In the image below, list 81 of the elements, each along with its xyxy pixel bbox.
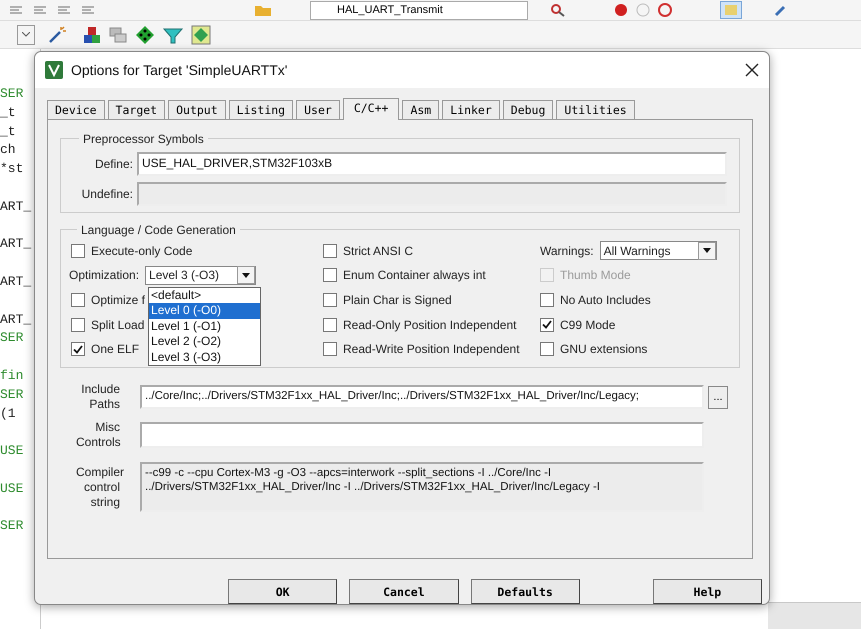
- select-label: Warnings:: [540, 244, 594, 258]
- dropdown-option[interactable]: <default>: [149, 288, 260, 304]
- window-title: Options for Target 'SimpleUARTTx': [71, 62, 288, 78]
- app-icon: [45, 60, 63, 79]
- checkbox-option[interactable]: Strict ANSI C: [323, 244, 414, 258]
- checkbox-option[interactable]: Optimize f: [71, 293, 146, 307]
- tab[interactable]: User: [296, 100, 340, 120]
- code-line: SER: [0, 329, 24, 348]
- checkbox-option[interactable]: C99 Mode: [540, 318, 616, 332]
- dropdown-arrow-icon: [242, 272, 250, 278]
- field-label: Undefine:: [80, 186, 133, 201]
- dialog-button[interactable]: OK: [228, 579, 338, 604]
- code-line: ART_: [0, 272, 32, 291]
- help-button[interactable]: Help: [652, 579, 762, 604]
- compiler-string-field: --c99 -c --cpu Cortex-M3 -g -O3 --apcs=interwork --split_sections -I ../Core/Inc -I ../Drivers/STM32F1xx_HAL_Driver/Inc -I ../Drivers/STM32F1xx_HAL_Driver/Inc/Legacy -I: [140, 462, 704, 512]
- search-icon[interactable]: [550, 3, 566, 17]
- code-line: ch: [0, 141, 17, 160]
- code-line: USE: [0, 442, 24, 460]
- toolbar-icon[interactable]: [32, 4, 48, 16]
- checkbox-option[interactable]: One ELF: [71, 342, 140, 356]
- toolbar-icon[interactable]: [8, 4, 24, 16]
- checkbox-option[interactable]: Execute-only Code: [71, 244, 192, 258]
- group-title: Preprocessor Symbols: [82, 132, 205, 146]
- code-line: _t: [0, 122, 17, 141]
- tab[interactable]: Listing: [228, 100, 294, 120]
- code-line: SER: [0, 517, 24, 536]
- code-line: SER: [0, 386, 24, 404]
- tab[interactable]: Asm: [402, 100, 440, 120]
- code-line: (1: [0, 404, 17, 423]
- code-line: USE: [0, 480, 24, 498]
- tab[interactable]: Target: [108, 100, 166, 120]
- breakpoint-icon[interactable]: [614, 3, 628, 17]
- code-line: fin: [0, 366, 24, 385]
- checkbox-option[interactable]: No Auto Includes: [540, 293, 651, 307]
- toolbar-icon[interactable]: [80, 4, 96, 16]
- tool-icon[interactable]: [774, 3, 788, 17]
- diamond-box-icon[interactable]: [191, 24, 211, 44]
- checkbox-option[interactable]: Read-Write Position Independent: [323, 342, 520, 356]
- misc-controls-field[interactable]: [140, 422, 704, 448]
- circle-icon[interactable]: [658, 3, 672, 17]
- dropdown-select[interactable]: All Warnings: [600, 241, 717, 260]
- checkbox-option[interactable]: Enum Container always int: [323, 268, 486, 282]
- dialog-button[interactable]: Defaults: [470, 579, 580, 604]
- diamond-icon[interactable]: [135, 24, 155, 44]
- close-icon[interactable]: [745, 62, 759, 77]
- include-paths-field[interactable]: ../Core/Inc;../Drivers/STM32F1xx_HAL_Driver/Inc;../Drivers/STM32F1xx_HAL_Driver/Inc/Legacy;: [140, 385, 704, 410]
- dropdown-option[interactable]: Level 0 (-O0): [149, 303, 260, 319]
- blocks-icon[interactable]: [83, 26, 101, 44]
- tab[interactable]: Debug: [502, 100, 554, 120]
- group-title: Language / Code Generation: [80, 222, 237, 237]
- select-label: Optimization:: [69, 268, 140, 282]
- browse-button[interactable]: ...: [708, 386, 728, 409]
- tab[interactable]: Device: [47, 100, 105, 120]
- magic-wand-icon[interactable]: [47, 26, 67, 44]
- code-line: _t: [0, 104, 17, 122]
- checkbox-option[interactable]: GNU extensions: [540, 342, 648, 356]
- dropdown-button[interactable]: [17, 24, 35, 44]
- dropdown-arrow-icon: [702, 248, 711, 254]
- field-label: Misc Controls: [76, 420, 120, 450]
- tab[interactable]: C/C++: [342, 98, 400, 120]
- function-combo[interactable]: HAL_UART_Transmit: [310, 0, 528, 20]
- tab[interactable]: Output: [168, 100, 226, 120]
- tab[interactable]: Linker: [442, 100, 500, 120]
- toolbar-icon[interactable]: [56, 4, 72, 16]
- code-line: SER: [0, 85, 24, 103]
- windows-icon[interactable]: [109, 26, 127, 44]
- checkbox-option[interactable]: Plain Char is Signed: [323, 293, 452, 307]
- checkmark-icon: [542, 320, 552, 330]
- caret-icon: [22, 32, 30, 37]
- checkbox-option[interactable]: Read-Only Position Independent: [323, 318, 516, 332]
- dialog-button[interactable]: Cancel: [349, 579, 458, 604]
- checkbox-option[interactable]: Split Load: [71, 318, 144, 332]
- checkmark-icon: [73, 344, 83, 354]
- field-label: Define:: [94, 156, 133, 171]
- code-line: ART_: [0, 310, 32, 329]
- code-line: ART_: [0, 198, 32, 216]
- define-field[interactable]: USE_HAL_DRIVER,STM32F103xB: [137, 152, 727, 176]
- code-line: ART_: [0, 235, 32, 254]
- code-line: *st: [0, 160, 24, 178]
- field-label: Include Paths: [80, 382, 120, 412]
- tab[interactable]: Utilities: [556, 100, 635, 120]
